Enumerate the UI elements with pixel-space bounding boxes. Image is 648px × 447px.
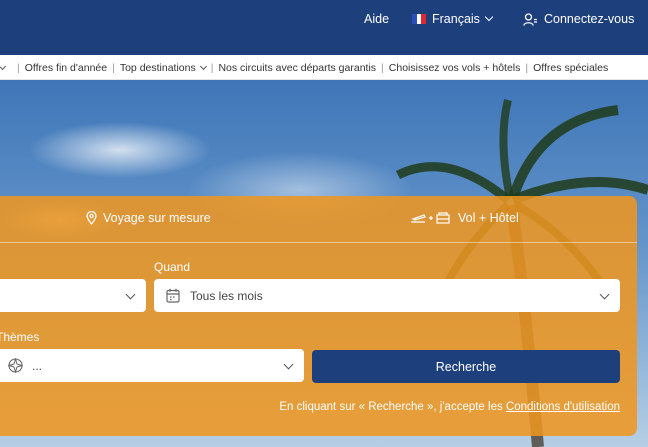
chevron-down-icon: [283, 359, 294, 370]
terms-link[interactable]: Conditions d'utilisation: [506, 401, 620, 413]
calendar-icon: [166, 288, 180, 303]
language-selector[interactable]: Français: [412, 12, 494, 26]
chevron-down-icon: [599, 289, 610, 300]
tab-vol-hotel[interactable]: Vol + Hôtel: [410, 211, 519, 225]
main-nav: | Offres fin d'année | Top destinations …: [0, 55, 648, 80]
nav-item-circuits[interactable]: Nos circuits avec départs garantis: [218, 62, 376, 74]
chevron-down-icon: [484, 12, 494, 22]
compass-rose-icon: [8, 358, 23, 373]
tab-label: Vol + Hôtel: [458, 211, 519, 225]
legal-notice: En cliquant sur « Recherche », j'accepte…: [279, 401, 620, 413]
when-label: Quand: [154, 260, 191, 274]
tab-voyage-sur-mesure[interactable]: Voyage sur mesure: [86, 211, 211, 225]
page: Aide Français Connectez-vous | Offres fi…: [0, 0, 648, 447]
destination-select[interactable]: [0, 279, 146, 312]
search-tabs: Voyage sur mesure Vol + Hôtel: [0, 196, 637, 243]
top-header: Aide Français Connectez-vous: [0, 0, 648, 55]
nav-item-top-destinations[interactable]: Top destinations: [120, 62, 207, 74]
search-button[interactable]: Recherche: [312, 350, 620, 383]
themes-value: ...: [32, 358, 43, 373]
login-label: Connectez-vous: [544, 12, 635, 26]
legal-text: En cliquant sur « Recherche », j'accepte…: [279, 401, 506, 413]
search-panel: Voyage sur mesure Vol + Hôtel Quand Tous…: [0, 196, 637, 436]
when-value: Tous les mois: [190, 288, 263, 303]
chevron-down-icon: [125, 289, 136, 300]
themes-select[interactable]: ...: [0, 349, 304, 382]
nav-item-offres-fin-annee[interactable]: Offres fin d'année: [25, 62, 107, 74]
themes-label: Thèmes: [0, 330, 40, 344]
language-label: Français: [432, 12, 480, 26]
nav-prev-chevron[interactable]: [0, 62, 12, 70]
plane-hotel-icon: [411, 212, 450, 224]
nav-item-offres-speciales[interactable]: Offres spéciales: [533, 62, 608, 74]
tab-label: Voyage sur mesure: [103, 211, 211, 225]
chevron-down-icon: [0, 62, 7, 70]
user-icon: [523, 12, 537, 26]
help-link[interactable]: Aide: [364, 12, 389, 26]
when-select[interactable]: Tous les mois: [154, 279, 620, 312]
french-flag-icon: [412, 14, 427, 24]
nav-item-vols-hotels[interactable]: Choisissez vos vols + hôtels: [389, 62, 521, 74]
login-button[interactable]: Connectez-vous: [523, 12, 634, 26]
location-pin-icon: [86, 211, 97, 225]
